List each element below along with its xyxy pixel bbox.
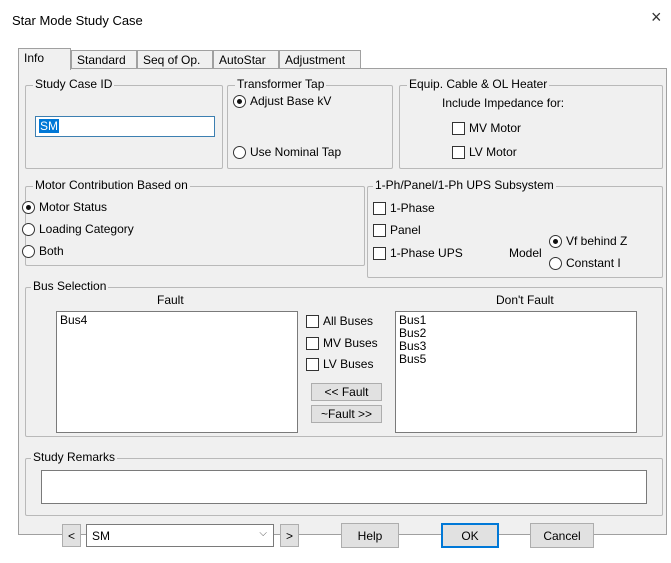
mv-motor-checkbox[interactable]: MV Motor: [452, 121, 521, 135]
move-to-dont-fault-button[interactable]: ~Fault >>: [311, 405, 382, 423]
study-case-id-value: SM: [39, 119, 59, 133]
cancel-button[interactable]: Cancel: [530, 523, 594, 548]
constant-i-radio[interactable]: Constant I: [549, 256, 621, 270]
tab-autostar[interactable]: AutoStar: [213, 50, 279, 69]
lv-motor-checkbox[interactable]: LV Motor: [452, 145, 517, 159]
both-radio[interactable]: Both: [22, 244, 64, 258]
mv-buses-checkbox[interactable]: MV Buses: [306, 336, 378, 350]
mv-buses-label: MV Buses: [323, 336, 378, 350]
list-item[interactable]: Bus3: [399, 340, 633, 353]
move-to-fault-button[interactable]: << Fault: [311, 383, 382, 401]
both-label: Both: [39, 244, 64, 258]
checkbox-icon: [452, 121, 465, 135]
tab-info-label: Info: [24, 51, 45, 65]
adjust-base-kv-radio[interactable]: Adjust Base kV: [233, 94, 331, 108]
motor-contribution-legend: Motor Contribution Based on: [33, 178, 190, 192]
study-remarks-legend: Study Remarks: [31, 450, 118, 464]
tab-standard-label: Standard: [77, 53, 126, 67]
radio-unselected-icon: [233, 145, 246, 159]
one-phase-label: 1-Phase: [390, 201, 435, 215]
radio-selected-icon: [22, 200, 35, 214]
use-nominal-tap-label: Use Nominal Tap: [250, 145, 342, 159]
checkbox-icon: [373, 201, 386, 215]
study-case-select[interactable]: SM ⌵: [86, 524, 274, 547]
radio-selected-icon: [233, 94, 246, 108]
lv-buses-label: LV Buses: [323, 357, 374, 371]
tab-seq-of-op-label: Seq of Op.: [143, 53, 201, 67]
transformer-tap-legend: Transformer Tap: [235, 77, 327, 91]
tab-adjustment[interactable]: Adjustment: [279, 50, 361, 69]
all-buses-checkbox[interactable]: All Buses: [306, 314, 373, 328]
checkbox-icon: [306, 314, 319, 328]
tab-info[interactable]: Info: [18, 48, 71, 70]
all-buses-label: All Buses: [323, 314, 374, 328]
checkbox-icon: [452, 145, 465, 159]
study-case-legend: Study Case ID: [33, 77, 115, 91]
ok-button[interactable]: OK: [441, 523, 499, 548]
vf-behind-z-label: Vf behind Z: [566, 234, 628, 248]
motor-status-radio[interactable]: Motor Status: [22, 200, 107, 214]
list-item[interactable]: Bus4: [60, 314, 294, 327]
tab-adjustment-label: Adjustment: [285, 53, 346, 67]
radio-selected-icon: [549, 234, 562, 248]
checkbox-icon: [306, 336, 319, 350]
radio-unselected-icon: [22, 222, 35, 236]
lv-buses-checkbox[interactable]: LV Buses: [306, 357, 373, 371]
adjust-base-kv-label: Adjust Base kV: [250, 94, 332, 108]
subsystem-legend: 1-Ph/Panel/1-Ph UPS Subsystem: [373, 178, 556, 192]
one-phase-checkbox[interactable]: 1-Phase: [373, 201, 435, 215]
panel-checkbox[interactable]: Panel: [373, 223, 421, 237]
next-case-button[interactable]: >: [280, 524, 299, 547]
close-icon[interactable]: ×: [651, 7, 662, 28]
checkbox-icon: [306, 357, 319, 371]
study-remarks-input[interactable]: [41, 470, 647, 504]
constant-i-label: Constant I: [566, 256, 621, 270]
radio-unselected-icon: [22, 244, 35, 258]
checkbox-icon: [373, 223, 386, 237]
one-phase-ups-label: 1-Phase UPS: [390, 246, 463, 260]
help-button[interactable]: Help: [341, 523, 399, 548]
study-case-id-input[interactable]: SM: [35, 116, 215, 137]
motor-status-label: Motor Status: [39, 200, 108, 214]
study-case-select-value: SM: [92, 528, 110, 543]
bus-selection-legend: Bus Selection: [31, 279, 109, 293]
previous-case-button[interactable]: <: [62, 524, 81, 547]
fault-header: Fault: [157, 293, 184, 307]
fault-bus-list[interactable]: Bus4: [56, 311, 298, 433]
vf-behind-z-radio[interactable]: Vf behind Z: [549, 234, 627, 248]
info-panel: Study Case ID SM Transformer Tap Adjust …: [18, 68, 667, 535]
equip-legend: Equip. Cable & OL Heater: [407, 77, 550, 91]
list-item[interactable]: Bus2: [399, 327, 633, 340]
one-phase-ups-checkbox[interactable]: 1-Phase UPS: [373, 246, 463, 260]
tab-seq-of-op[interactable]: Seq of Op.: [137, 50, 213, 69]
radio-unselected-icon: [549, 256, 562, 270]
tab-autostar-label: AutoStar: [219, 53, 266, 67]
list-item[interactable]: Bus5: [399, 353, 633, 366]
window-title: Star Mode Study Case: [12, 13, 143, 28]
use-nominal-tap-radio[interactable]: Use Nominal Tap: [233, 145, 341, 159]
model-label: Model: [509, 246, 542, 260]
chevron-down-icon: ⌵: [259, 528, 267, 539]
loading-category-radio[interactable]: Loading Category: [22, 222, 134, 236]
mv-motor-label: MV Motor: [469, 121, 522, 135]
dont-fault-header: Don't Fault: [496, 293, 554, 307]
include-impedance-label: Include Impedance for:: [442, 96, 565, 110]
panel-label: Panel: [390, 223, 421, 237]
checkbox-icon: [373, 246, 386, 260]
loading-category-label: Loading Category: [39, 222, 134, 236]
list-item[interactable]: Bus1: [399, 314, 633, 327]
tab-standard[interactable]: Standard: [71, 50, 137, 69]
lv-motor-label: LV Motor: [469, 145, 517, 159]
dont-fault-bus-list[interactable]: Bus1 Bus2 Bus3 Bus5: [395, 311, 637, 433]
